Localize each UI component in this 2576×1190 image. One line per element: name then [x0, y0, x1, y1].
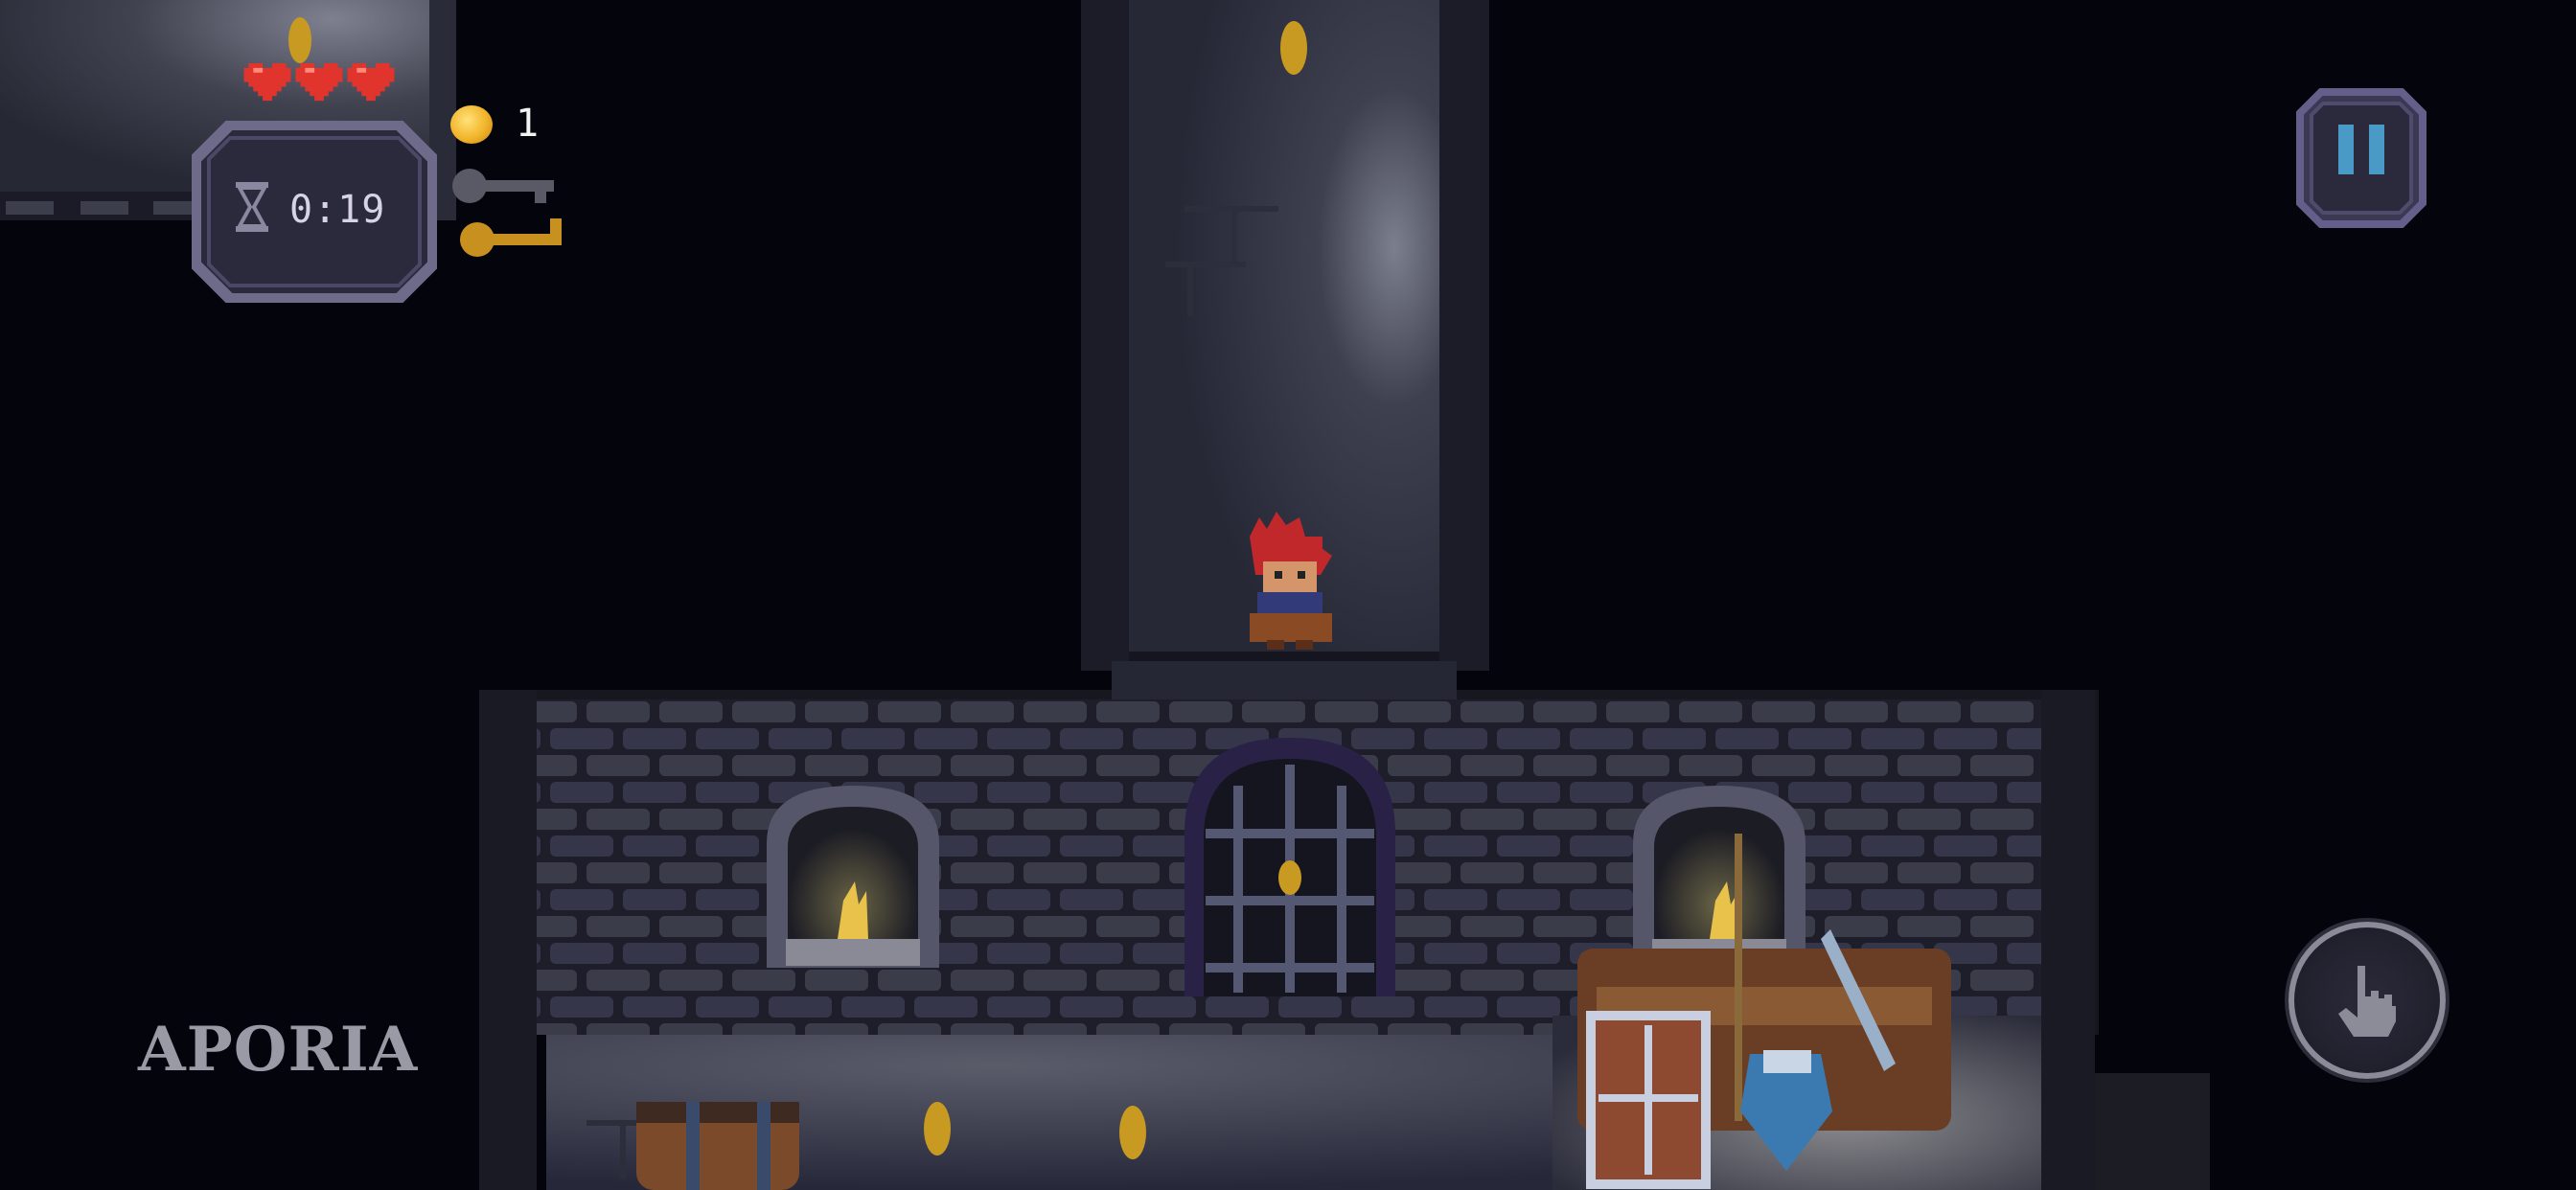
hourglass-icon — [236, 182, 268, 232]
coin-icon — [450, 105, 493, 144]
pause-button[interactable] — [2296, 88, 2426, 228]
coin-count: 1 — [516, 102, 540, 146]
heart-icon — [295, 63, 343, 102]
aporia-watermark: APORIA — [138, 1014, 419, 1086]
lives-hearts — [243, 63, 395, 105]
heart-icon — [347, 63, 395, 102]
silver-key-icon — [452, 169, 554, 203]
hand-pointer-icon — [2338, 966, 2396, 1037]
heart-icon — [243, 63, 291, 102]
gold-key-icon — [460, 218, 562, 257]
action-button[interactable] — [2288, 922, 2446, 1079]
timer-label: 0:19 — [289, 188, 386, 232]
